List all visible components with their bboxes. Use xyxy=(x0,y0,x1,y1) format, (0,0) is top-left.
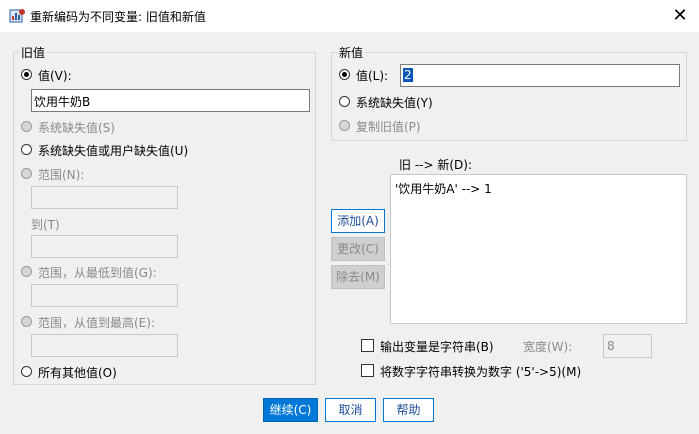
close-icon[interactable]: ✕ xyxy=(669,5,691,27)
mapping-list[interactable]: '饮用牛奶A' --> 1 xyxy=(390,174,687,324)
range-highest-radio xyxy=(21,316,32,327)
range-to-label: 到(T) xyxy=(31,218,60,232)
range-highest-input xyxy=(31,334,178,357)
new-value-input-text: 2 xyxy=(403,68,413,82)
range-to-input xyxy=(31,235,178,258)
old-value-input-text: 饮用牛奶B xyxy=(34,95,91,109)
width-input: 8 xyxy=(603,334,652,358)
convert-numeric-checkbox[interactable] xyxy=(361,364,374,377)
old-value-radio[interactable] xyxy=(21,69,32,80)
output-string-checkbox[interactable] xyxy=(361,339,374,352)
old-system-missing-label: 系统缺失值(S) xyxy=(38,121,115,135)
add-button[interactable]: 添加(A) xyxy=(331,209,385,233)
list-item[interactable]: '饮用牛奶A' --> 1 xyxy=(395,180,492,197)
all-other-radio[interactable] xyxy=(21,366,32,377)
convert-numeric-label[interactable]: 将数字字符串转换为数字 ('5'->5)(M) xyxy=(380,363,581,380)
copy-old-radio xyxy=(339,120,350,131)
cancel-button[interactable]: 取消 xyxy=(325,398,376,422)
old-system-or-user-missing-radio[interactable] xyxy=(21,144,32,155)
new-value-input[interactable]: 2 xyxy=(400,64,680,87)
remove-button: 除去(M) xyxy=(331,265,385,289)
width-label: 宽度(W): xyxy=(523,340,573,354)
range-lowest-radio xyxy=(21,266,32,277)
all-other-label[interactable]: 所有其他值(O) xyxy=(38,364,117,381)
range-label: 范围(N): xyxy=(38,168,85,182)
width-input-text: 8 xyxy=(607,339,615,353)
old-value-input[interactable]: 饮用牛奶B xyxy=(31,89,310,112)
old-value-legend: 旧值 xyxy=(19,44,48,61)
range-lowest-input xyxy=(31,284,178,307)
new-value-legend: 新值 xyxy=(337,44,366,61)
old-system-missing-radio xyxy=(21,121,32,132)
new-value-label: 值(L): xyxy=(356,69,389,83)
continue-button[interactable]: 继续(C) xyxy=(263,398,318,422)
range-lowest-label: 范围，从最低到值(G): xyxy=(38,266,157,280)
mapping-label: 旧 --> 新(D): xyxy=(399,158,472,172)
new-system-missing-label[interactable]: 系统缺失值(Y) xyxy=(356,94,433,111)
copy-old-label: 复制旧值(P) xyxy=(356,120,421,134)
range-highest-label: 范围，从值到最高(E): xyxy=(38,316,155,330)
output-string-label[interactable]: 输出变量是字符串(B) xyxy=(380,338,494,355)
old-system-or-user-missing-label[interactable]: 系统缺失值或用户缺失值(U) xyxy=(38,142,188,159)
help-button[interactable]: 帮助 xyxy=(383,398,434,422)
change-button: 更改(C) xyxy=(331,237,385,261)
range-from-input xyxy=(31,186,178,209)
new-system-missing-radio[interactable] xyxy=(339,96,350,107)
new-value-radio[interactable] xyxy=(339,69,350,80)
window-title: 重新编码为不同变量: 旧值和新值 xyxy=(30,10,206,24)
app-icon xyxy=(9,8,25,24)
old-value-label: 值(V): xyxy=(38,69,72,83)
range-radio xyxy=(21,168,32,179)
